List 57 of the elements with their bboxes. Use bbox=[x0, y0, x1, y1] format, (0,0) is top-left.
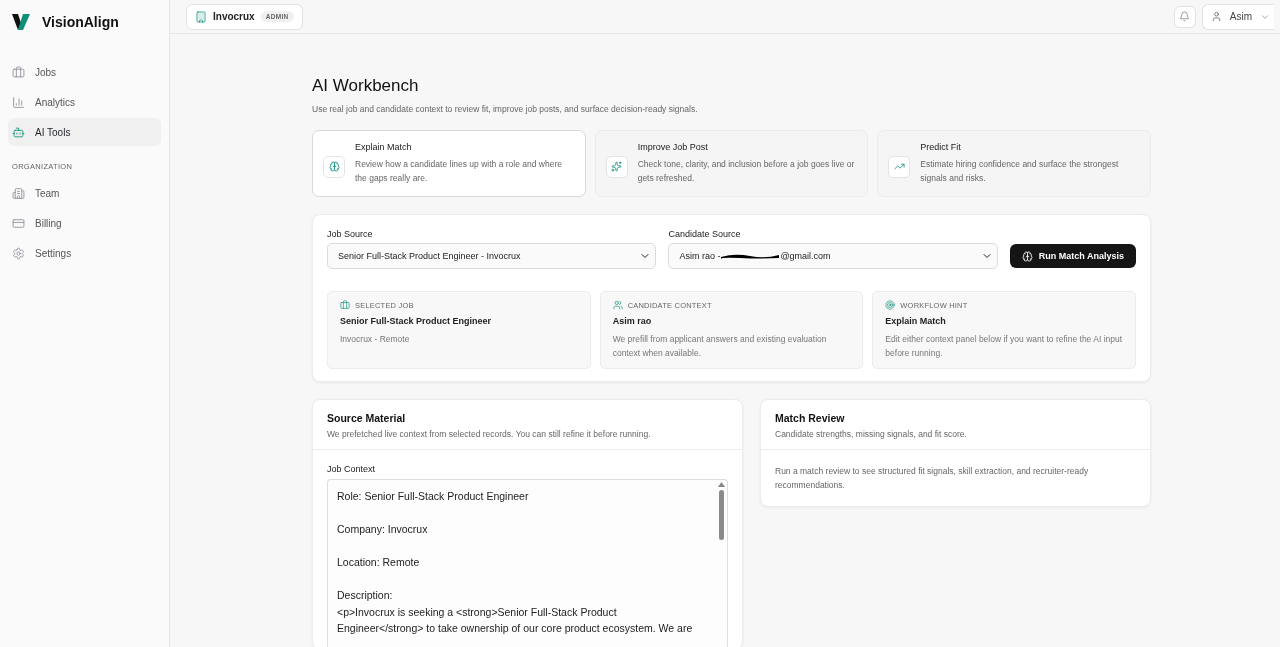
target-icon bbox=[885, 300, 896, 310]
trend-up-icon bbox=[888, 155, 911, 178]
card-text: Invocrux - Remote bbox=[340, 333, 411, 346]
run-analysis-button[interactable]: Run Match Analysis bbox=[1009, 244, 1136, 268]
card-title: Asim rao bbox=[612, 316, 653, 326]
card-title: Senior Full-Stack Product Engineer bbox=[340, 316, 493, 326]
robot-icon bbox=[12, 125, 25, 139]
panel-subtitle: Candidate strengths, missing signals, and fit score. bbox=[775, 429, 968, 439]
nav-item[interactable]: Team bbox=[8, 179, 161, 207]
building-icon bbox=[12, 186, 25, 200]
mode-description: Review how a candidate lines up with a role and where the gaps really are. bbox=[355, 158, 563, 185]
bar-chart-icon bbox=[12, 95, 25, 109]
mode-card[interactable]: Explain Match Review how a candidate lines up with a role and where the gaps really are. bbox=[312, 130, 586, 197]
field-label: Candidate Source bbox=[668, 229, 742, 239]
scroll-up-arrow-icon[interactable] bbox=[717, 482, 725, 487]
page-title: AI Workbench bbox=[312, 76, 420, 96]
brain-icon bbox=[323, 155, 345, 178]
logo-icon bbox=[12, 14, 30, 30]
panel-title: Match Review bbox=[775, 412, 846, 424]
mode-card[interactable]: Improve Job Post Check tone, clarity, and inclusion before a job goes live or gets refreshed. bbox=[594, 130, 869, 197]
notifications-button[interactable] bbox=[1173, 5, 1196, 28]
card-title: Explain Match bbox=[885, 316, 947, 326]
job-source-select[interactable]: Senior Full-Stack Product Engineer - Invocrux bbox=[327, 243, 657, 269]
nav-item[interactable]: Jobs bbox=[8, 58, 161, 86]
field-label: Job Context bbox=[327, 464, 377, 474]
brand-name: VisionAlign bbox=[42, 14, 119, 30]
page-subtitle: Use real job and candidate context to review fit, improve job posts, and surface decision-ready signals. bbox=[312, 104, 699, 114]
building-icon bbox=[195, 10, 207, 23]
empty-state-text: Run a match review to see structured fit signals, skill extraction, and recruiter-ready recommendations. bbox=[774, 465, 1090, 492]
settings-icon bbox=[12, 246, 25, 260]
job-context-field[interactable]: Role: Senior Full-Stack Product Engineer Company: Invocrux Location: Remote Description: <p>Invocrux is seeking a <strong>Senior Full-Stack Product Engineer</strong> to take ownership of our core product ecosystem. We are bbox=[327, 479, 728, 647]
mode-description: Estimate hiring confidence and surface the strongest signals and risks. bbox=[920, 158, 1120, 185]
users-icon bbox=[612, 300, 623, 310]
mode-title: Explain Match bbox=[355, 142, 413, 152]
candidate-source-select[interactable]: Asim rao - @gmail.com bbox=[668, 243, 998, 269]
card-text: Edit either context panel below if you want to refine the AI input before running. bbox=[885, 333, 1123, 360]
briefcase-icon bbox=[340, 300, 350, 310]
redaction-scribble bbox=[720, 252, 781, 260]
mode-title: Improve Job Post bbox=[637, 142, 709, 152]
mode-card[interactable]: Predict Fit Estimate hiring confidence and surface the strongest signals and risks. bbox=[877, 130, 1151, 197]
card-text: We prefill from applicant answers and existing evaluation context when available. bbox=[612, 333, 828, 360]
mode-title: Predict Fit bbox=[920, 142, 962, 152]
sparkles-icon bbox=[605, 155, 628, 178]
briefcase-icon bbox=[12, 65, 25, 79]
brain-icon bbox=[1021, 250, 1033, 262]
nav-item[interactable]: Billing bbox=[8, 209, 161, 237]
panel-title: Source Material bbox=[327, 412, 407, 424]
nav-item[interactable]: Analytics bbox=[8, 88, 161, 116]
nav-item[interactable]: Settings bbox=[8, 239, 161, 267]
field-label: Job Source bbox=[327, 229, 374, 239]
user-icon bbox=[1210, 11, 1222, 22]
credit-card-icon bbox=[12, 216, 25, 230]
user-menu-button[interactable]: Asim bbox=[1201, 3, 1274, 30]
panel-subtitle: We prefetched live context from selected records. You can still refine it before running. bbox=[327, 429, 652, 439]
mode-description: Check tone, clarity, and inclusion before a job goes live or gets refreshed. bbox=[637, 158, 856, 185]
nav-item[interactable]: AI Tools bbox=[8, 118, 161, 146]
bell-icon bbox=[1179, 11, 1191, 22]
